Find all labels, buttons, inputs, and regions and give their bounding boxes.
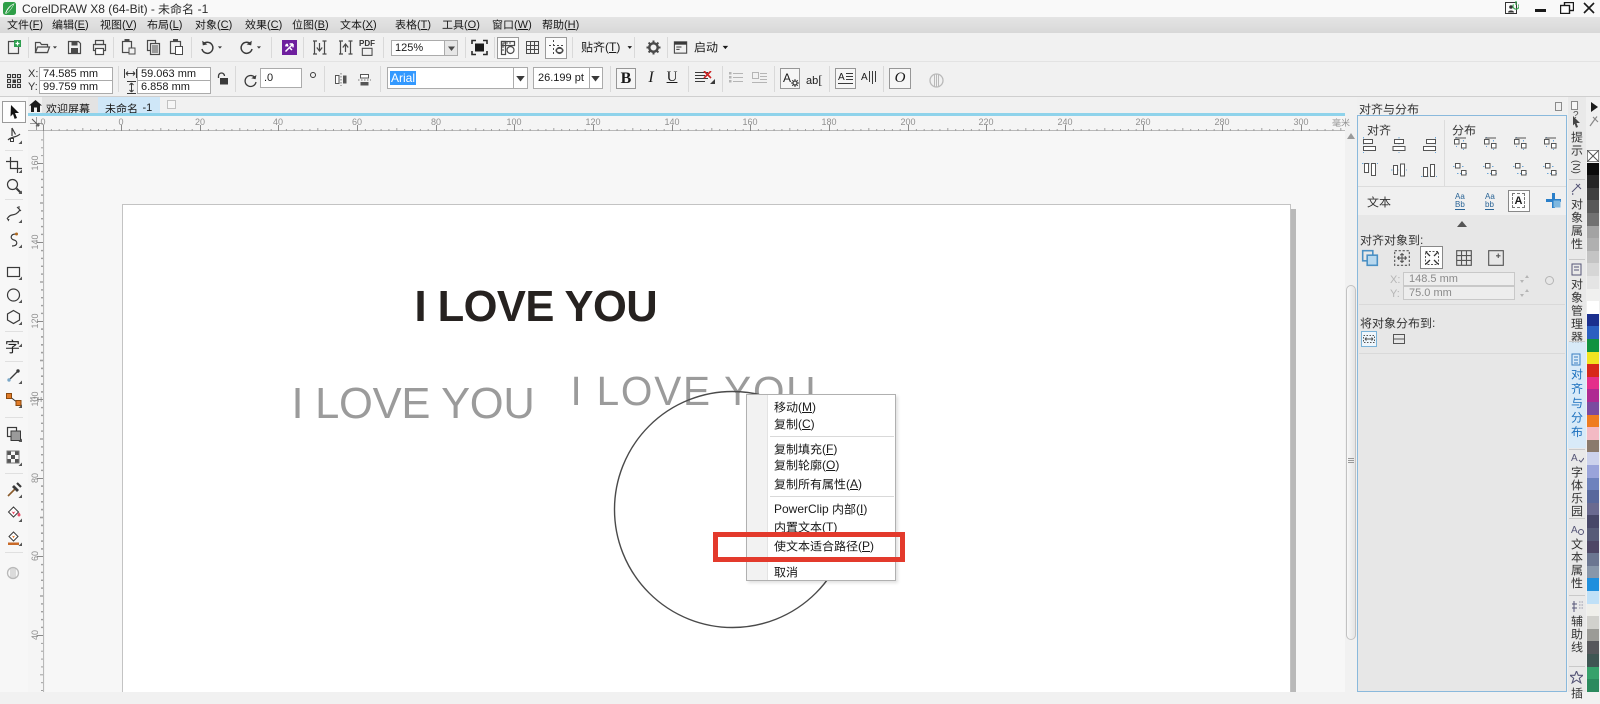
svg-text:A: A xyxy=(838,72,845,83)
svg-text:A: A xyxy=(861,72,868,83)
svg-text:A: A xyxy=(1571,453,1578,464)
svg-text:A: A xyxy=(1571,525,1578,536)
